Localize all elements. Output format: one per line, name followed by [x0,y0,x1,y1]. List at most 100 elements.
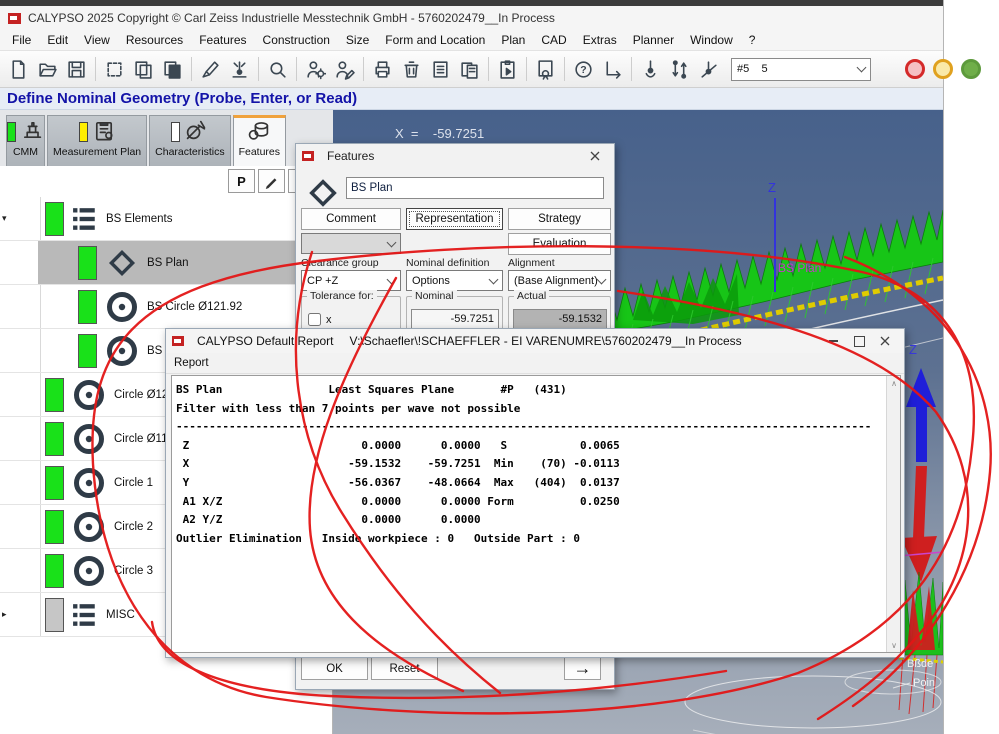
save-button[interactable] [62,55,91,84]
tree-row-bs-plan[interactable]: BS Plan [0,241,333,285]
select-frame-button[interactable] [100,55,129,84]
tree-row-bs-elements[interactable]: ▾BS Elements [0,197,333,241]
tolerance-x-checkbox[interactable] [308,313,321,326]
copy-button[interactable] [129,55,158,84]
brush-button[interactable] [196,55,225,84]
tab-icon-row [7,118,44,146]
nominal-definition-value: Options [412,275,450,287]
section-header: Define Nominal Geometry (Probe, Enter, o… [0,88,943,110]
feature-name-input[interactable] [346,177,604,199]
features-dialog-titlebar[interactable]: Features [296,144,614,167]
comment-button-label: Comment [326,213,376,225]
probe-selector-dropdown[interactable]: #5 5 [731,58,871,81]
window-title: CALYPSO 2025 Copyright © Carl Zeiss Indu… [28,11,555,25]
search-button[interactable] [263,55,292,84]
plane-feature-icon [304,174,342,212]
calypso-logo-icon [302,151,314,161]
tree-row-bs-circle-121-92[interactable]: BS Circle Ø121.92 [0,285,333,329]
paste-button[interactable] [158,55,187,84]
alignment-select[interactable]: (Base Alignment) [508,270,611,291]
ok-button[interactable]: OK [301,657,368,680]
expander-right-icon[interactable]: ▸ [2,609,7,620]
help-button[interactable]: ? [569,55,598,84]
evaluation-button[interactable]: Evaluation [508,233,611,255]
operator-settings-button[interactable] [301,55,330,84]
clearance-group-value: CP +Z [307,275,338,287]
probe-config-button[interactable] [694,55,723,84]
probe-display-button[interactable]: P [228,169,255,193]
menu-bar: FileEditViewResourcesFeaturesConstructio… [0,30,943,51]
comment-button[interactable]: Comment [301,208,401,230]
delete-button[interactable] [397,55,426,84]
close-button[interactable] [582,147,608,165]
tolerance-x-label: x [326,314,332,326]
tab-measurement-plan[interactable]: Measurement Plan [47,115,147,166]
close-button[interactable] [872,332,898,350]
run-plan-button[interactable] [493,55,522,84]
menu-report[interactable]: Report [174,357,209,369]
edit-button[interactable] [258,169,285,193]
menu-extras[interactable]: Extras [575,31,625,49]
tab-cmm[interactable]: CMM [6,115,45,166]
probe-updown-icon [669,59,690,80]
coordinate-system-button[interactable] [598,55,627,84]
menu-edit[interactable]: Edit [39,31,76,49]
nominal-definition-select[interactable]: Options [406,270,503,291]
print-button[interactable] [368,55,397,84]
menu-resources[interactable]: Resources [118,31,191,49]
actual-label: Actual [514,290,549,302]
menu-view[interactable]: View [76,31,118,49]
probe-button-label: P [237,174,246,189]
toolbar-separator [631,57,632,81]
menu-construction[interactable]: Construction [255,31,338,49]
next-button[interactable]: → [564,657,601,680]
status-light-red [905,59,925,79]
operator-edit-button[interactable] [330,55,359,84]
menu-planner[interactable]: Planner [625,31,682,49]
nominal-value-field[interactable]: -59.7251 [411,309,499,329]
menu-form-and-location[interactable]: Form and Location [377,31,493,49]
menu-file[interactable]: File [4,31,39,49]
scroll-down-icon[interactable]: ∨ [887,638,901,652]
report-line: Filter with less than 7 points per wave … [176,400,871,419]
representation-button-label: Representation [416,213,494,225]
report-preview-button[interactable] [455,55,484,84]
strategy-button[interactable]: Strategy [508,208,611,230]
report-line: Y -56.0367 -48.0664 Max (404) 0.0137 [176,474,871,493]
probe-stop-button[interactable] [636,55,665,84]
reset-button[interactable]: Reset [371,657,438,680]
menu-features[interactable]: Features [191,31,254,49]
help-icon: ? [573,59,594,80]
approve-report-button[interactable] [531,55,560,84]
group-icon [71,206,99,232]
report-list-button[interactable] [426,55,455,84]
tab-features[interactable]: Features [233,115,286,166]
status-bar [45,202,64,236]
status-rect [7,122,16,142]
toolbar-separator [564,57,565,81]
tab-characteristics[interactable]: Characteristics [149,115,230,166]
status-bar [45,554,64,588]
report-scrollbar[interactable]: ∧ ∨ [886,376,900,652]
scroll-up-icon[interactable]: ∧ [887,376,901,390]
representation-button[interactable]: Representation [406,208,503,230]
minimize-button[interactable] [820,332,846,350]
menu-window[interactable]: Window [682,31,741,49]
open-file-button[interactable] [33,55,62,84]
report-line: BS Plan Least Squares Plane #P (431) [176,381,871,400]
feature-type-select[interactable] [301,233,401,254]
menu-cad[interactable]: CAD [533,31,574,49]
status-rect [79,122,88,142]
report-titlebar[interactable]: CALYPSO Default Report V:\Schaefler\!SCH… [166,329,904,353]
probe-updown-button[interactable] [665,55,694,84]
maximize-button[interactable] [846,332,872,350]
z-axis-label-right: Z [909,342,917,357]
menu-?[interactable]: ? [741,31,764,49]
menu-size[interactable]: Size [338,31,377,49]
expander-down-icon[interactable]: ▾ [2,213,7,224]
menu-plan[interactable]: Plan [493,31,533,49]
new-file-button[interactable] [4,55,33,84]
probe-touch-button[interactable] [225,55,254,84]
clearance-group-label: Clearance group [301,257,379,269]
clearance-group-select[interactable]: CP +Z [301,270,401,291]
